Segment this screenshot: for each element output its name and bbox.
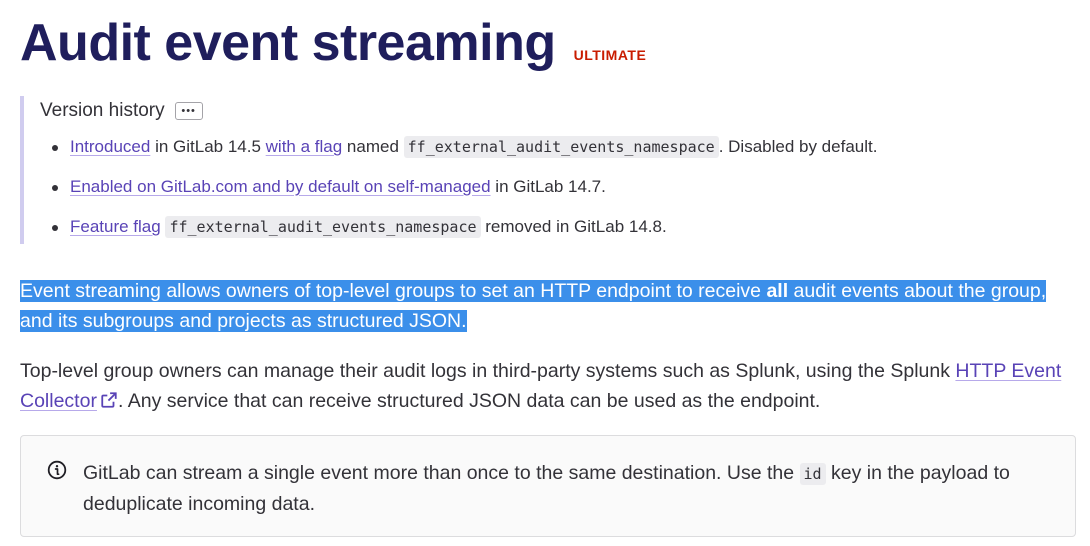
list-item: Enabled on GitLab.com and by default on …: [40, 172, 720, 212]
note-text: GitLab can stream a single event more th…: [83, 458, 1053, 519]
feature-flag-code: ff_external_audit_events_namespace: [403, 136, 719, 158]
list-item: Feature flag ff_external_audit_events_na…: [40, 212, 720, 252]
info-icon: [47, 460, 67, 480]
item-text: named: [342, 137, 404, 156]
intro-paragraph: Event streaming allows owners of top-lev…: [20, 276, 1080, 336]
splunk-paragraph: Top-level group owners can manage their …: [20, 356, 1080, 416]
doc-page: Audit event streaming ULTIMATE Version h…: [20, 0, 1076, 537]
version-history-list: Introduced in GitLab 14.5 with a flag na…: [40, 132, 877, 252]
item-text: in GitLab 14.5: [150, 137, 266, 156]
intro-bold: all: [766, 280, 789, 302]
tier-badge[interactable]: ULTIMATE: [574, 47, 647, 63]
enabled-link[interactable]: Enabled on GitLab.com and by default on …: [70, 177, 491, 196]
external-link-icon: [101, 392, 117, 408]
page-title: Audit event streaming: [20, 14, 556, 72]
version-history-label: Version history: [40, 100, 165, 121]
info-note: GitLab can stream a single event more th…: [20, 435, 1076, 537]
paragraph-text: Top-level group owners can manage their …: [20, 360, 956, 382]
paragraph-text: . Any service that can receive structure…: [117, 390, 821, 412]
with-a-flag-link[interactable]: with a flag: [266, 137, 343, 156]
feature-flag-link[interactable]: Feature flag: [70, 217, 161, 236]
version-history-header: Version history •••: [40, 96, 720, 126]
item-text: . Disabled by default.: [718, 137, 878, 156]
title-row: Audit event streaming ULTIMATE: [20, 0, 1076, 90]
introduced-link[interactable]: Introduced: [70, 137, 150, 156]
feature-flag-code: ff_external_audit_events_namespace: [165, 216, 481, 238]
intro-text: Event streaming allows owners of top-lev…: [20, 280, 767, 302]
note-text-part: GitLab can stream a single event more th…: [83, 462, 800, 484]
list-item: Introduced in GitLab 14.5 with a flag na…: [40, 132, 877, 172]
selected-text: Event streaming allows owners of top-lev…: [20, 280, 1047, 332]
id-code: id: [799, 463, 826, 485]
expand-more-button[interactable]: •••: [174, 102, 203, 120]
item-text: removed in GitLab 14.8.: [480, 217, 667, 236]
item-text: in GitLab 14.7.: [490, 177, 606, 196]
version-history: Version history ••• Introduced in GitLab…: [20, 96, 877, 244]
